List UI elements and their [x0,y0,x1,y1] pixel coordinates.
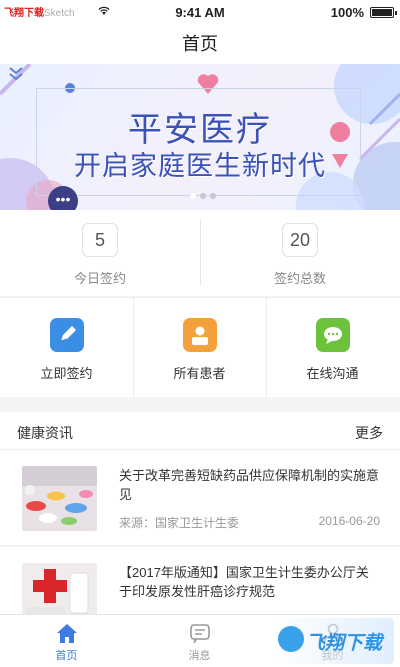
banner-carousel[interactable]: 平安医疗 开启家庭医生新时代 ••• [0,64,400,210]
news-thumbnail [22,466,97,531]
nav-bar: 首页 [0,24,400,64]
tab-label: 消息 [188,650,211,662]
pills-photo-icon [22,466,97,531]
app-screen: 飞翔下载 Sketch 9:41 AM 100% 首页 平安医疗 开启家庭医生新… [0,0,400,667]
tab-messages[interactable]: 消息 [133,615,266,667]
stat-label: 今日签约 [73,271,126,286]
signing-stats: 5 今日签约 20 签约总数 [0,210,400,296]
carousel-dot[interactable] [190,193,196,199]
watermark-emblem-icon [278,626,304,652]
stat-today-signed[interactable]: 5 今日签约 [0,210,200,296]
banner-subtitle: 开启家庭医生新时代 [74,151,326,182]
stat-label: 签约总数 [273,271,326,286]
pencil-icon [49,318,84,352]
watermark-logo: 飞翔下载 [272,618,394,664]
health-news-header: 健康资讯 更多 [0,412,400,450]
message-icon [189,624,210,644]
patient-icon [182,318,217,352]
stat-value: 20 [282,223,318,257]
carousel-dot[interactable] [210,193,216,199]
carousel-dot[interactable] [200,193,206,199]
section-title: 健康资讯 [17,425,73,441]
news-list-item[interactable]: 【2017年版通知】国家卫生计生委办公厅关于印发原发性肝癌诊疗规范 [0,547,400,628]
home-icon [56,624,77,643]
status-bar: 飞翔下载 Sketch 9:41 AM 100% [0,0,400,24]
carousel-pagination[interactable] [188,186,218,204]
more-link[interactable]: 更多 [355,423,383,443]
watermark-text: 飞翔下载 [306,633,383,654]
tab-home[interactable]: 首页 [0,615,133,667]
battery-percent: 100% [330,5,364,20]
page-title: 首页 [182,34,218,54]
all-patients-button[interactable]: 所有患者 [133,298,266,398]
chat-icon [315,318,350,352]
news-title: 关于改革完善短缺药品供应保障机制的实施意见 [119,468,380,502]
action-label: 在线沟通 [306,366,359,381]
tab-label: 首页 [55,650,78,662]
stat-value: 5 [82,223,118,257]
quick-actions: 立即签约 所有患者 在线沟通 [0,297,400,398]
ellipsis-bubble-icon: ••• [48,186,78,210]
battery-icon [370,7,397,18]
online-chat-button[interactable]: 在线沟通 [266,298,399,398]
action-label: 立即签约 [40,366,93,381]
sign-now-button[interactable]: 立即签约 [0,298,133,398]
action-label: 所有患者 [173,366,226,381]
news-source: 来源：国家卫生计生委 [119,516,240,530]
news-list-item[interactable]: 关于改革完善短缺药品供应保障机制的实施意见 来源：国家卫生计生委 2016-06… [0,450,400,546]
news-title: 【2017年版通知】国家卫生计生委办公厅关于印发原发性肝癌诊疗规范 [119,565,369,599]
stat-total-signed[interactable]: 20 签约总数 [200,210,400,296]
news-date: 2016-06-20 [318,514,380,528]
